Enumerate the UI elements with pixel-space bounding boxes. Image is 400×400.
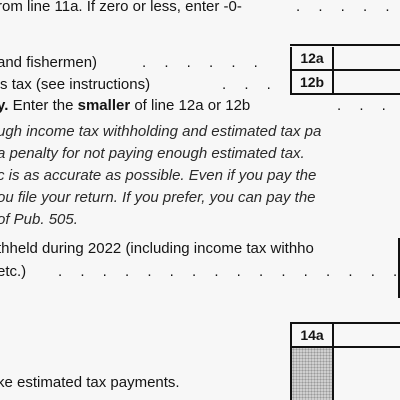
tax-form-page: rom line 11a. If zero or less, enter -0-… — [0, 0, 400, 400]
line-14-text: ke estimated tax payments. — [0, 374, 180, 391]
shaded-box-14 — [290, 348, 334, 400]
line-13-text: thheld during 2022 (including income tax… — [0, 240, 314, 257]
line-12a-text: and fishermen) — [0, 54, 98, 71]
line-12c-text: y. Enter the smaller of line 12a or 12b — [0, 97, 250, 115]
line-12b-leader: . . . . — [222, 76, 301, 93]
box-label-14a: 14a — [290, 324, 334, 346]
note-line-1: ugh income tax withholding and estimated… — [0, 123, 322, 140]
line-12c-smaller: smaller — [77, 97, 131, 114]
note-line-5: of Pub. 505. — [0, 211, 78, 228]
line-12b-text: ’s tax (see instructions) — [0, 76, 151, 93]
line-11b-text: rom line 11a. If zero or less, enter -0- — [0, 0, 242, 15]
box-12a-top-rule — [290, 44, 400, 46]
note-line-3: c is as accurate as possible. Even if yo… — [0, 167, 317, 184]
line-13-leader: . . . . . . . . . . . . . . . . . — [58, 263, 400, 280]
box-12b-bottom-rule — [290, 93, 400, 95]
line-12c-enter: Enter the — [8, 97, 78, 114]
line-12a-leader: . . . . . . — [142, 54, 265, 71]
box-label-12b: 12b — [290, 71, 334, 93]
line-13-text-cont: etc.) — [0, 263, 27, 280]
line-11b-leader: . . . . . — [296, 0, 397, 15]
box-label-12a: 12a — [290, 47, 334, 69]
note-line-2: a penalty for not paying enough estimate… — [0, 145, 305, 162]
line-12c-leader: . . . . — [337, 97, 400, 114]
line-12c-rest: of line 12a or 12b — [130, 97, 251, 114]
note-line-4: ou file your return. If you prefer, you … — [0, 189, 316, 206]
